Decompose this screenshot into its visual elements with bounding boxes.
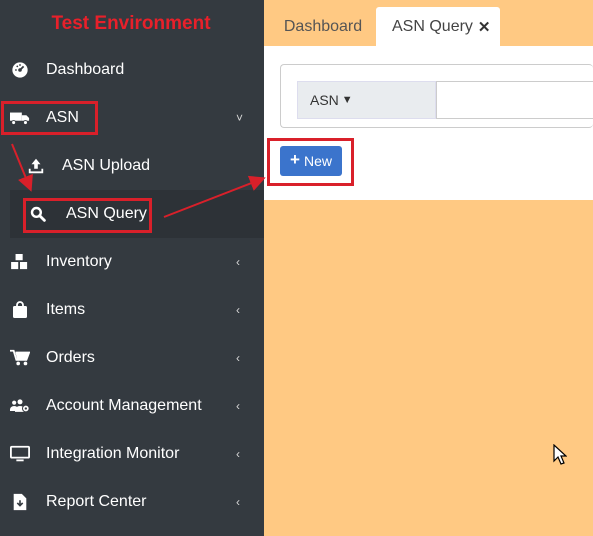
tab-label: ASN Query	[392, 17, 473, 35]
environment-title: Test Environment	[51, 13, 211, 34]
chevron-left-icon: ‹	[236, 495, 240, 509]
chevron-left-icon: ‹	[236, 447, 240, 461]
sidebar-item-items[interactable]: Items ‹	[0, 286, 264, 334]
bag-icon	[10, 300, 30, 320]
boxes-icon	[10, 252, 30, 272]
sidebar-item-inventory[interactable]: Inventory ‹	[0, 238, 264, 286]
tab-asn-query[interactable]: ASN Query ✕	[376, 7, 500, 46]
sidebar-item-dashboard[interactable]: Dashboard	[0, 46, 264, 94]
upload-icon	[26, 156, 46, 176]
chevron-left-icon: ‹	[236, 399, 240, 413]
asn-field-label: ASN	[310, 92, 339, 108]
sidebar-item-label: Inventory	[46, 253, 112, 270]
sidebar-item-label: Account Management	[46, 397, 202, 414]
sidebar-item-integration-monitor[interactable]: Integration Monitor ‹	[0, 430, 264, 478]
monitor-icon	[10, 444, 30, 464]
dashboard-icon	[10, 60, 30, 80]
sidebar-item-label: ASN Upload	[62, 157, 151, 174]
sidebar: Test Environment Dashboard ASN ˅ ASN Upl…	[0, 0, 264, 536]
sidebar-item-account-management[interactable]: Account Management ‹	[0, 382, 264, 430]
sidebar-item-orders[interactable]: Orders ‹	[0, 334, 264, 382]
chevron-left-icon: ‹	[236, 303, 240, 317]
sidebar-item-label: Report Center	[46, 493, 147, 510]
asn-field-dropdown[interactable]: ASN ▼	[297, 81, 436, 119]
sidebar-item-label: Orders	[46, 349, 95, 366]
sidebar-item-label: Items	[46, 301, 86, 318]
chevron-down-icon: ˅	[236, 111, 244, 125]
users-cog-icon	[10, 396, 30, 416]
sidebar-item-report-center[interactable]: Report Center ‹	[0, 478, 264, 526]
sidebar-item-label: Integration Monitor	[46, 445, 180, 462]
file-download-icon	[10, 492, 30, 512]
annotation-box-asn	[1, 101, 98, 135]
sidebar-item-label: Dashboard	[46, 61, 125, 78]
annotation-box-asn-query	[23, 198, 152, 233]
tab-label: Dashboard	[283, 17, 363, 35]
annotation-box-new-button	[267, 138, 354, 186]
chevron-left-icon: ‹	[236, 255, 240, 269]
chevron-left-icon: ‹	[236, 351, 240, 365]
close-icon[interactable]: ✕	[478, 18, 491, 36]
sidebar-item-asn-upload[interactable]: ASN Upload	[0, 142, 264, 190]
cart-icon	[10, 348, 30, 368]
mouse-cursor-icon	[553, 444, 567, 465]
tab-dashboard[interactable]: Dashboard	[271, 7, 375, 46]
asn-search-input[interactable]	[436, 81, 593, 119]
caret-down-icon: ▼	[341, 94, 353, 106]
